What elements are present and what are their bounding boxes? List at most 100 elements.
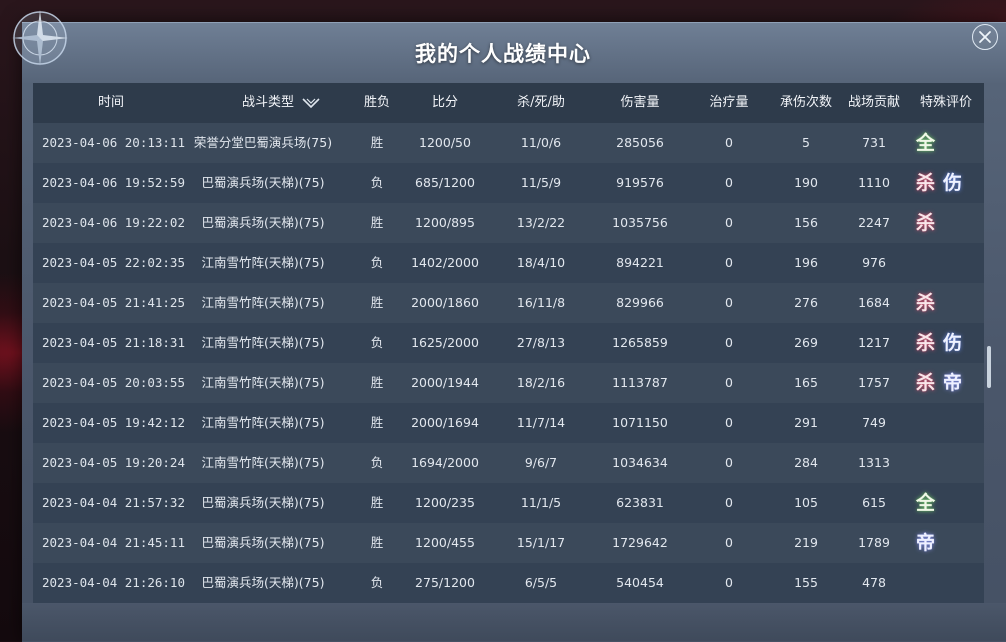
- cell-time: 2023-04-06 20:13:11: [42, 135, 185, 150]
- kill-badge: 杀: [916, 331, 936, 354]
- cell-result: 胜: [370, 215, 384, 230]
- all-round-badge: 全: [916, 131, 936, 154]
- cell-battle-type: 巴蜀演兵场(天梯)(75): [201, 575, 325, 590]
- cell-contribution: 731: [862, 135, 886, 150]
- all-round-badge: 全: [916, 491, 936, 514]
- cell-damage-taken: 219: [794, 535, 818, 550]
- cell-time: 2023-04-05 22:02:35: [42, 255, 185, 270]
- cell-damage-taken: 165: [794, 375, 818, 390]
- cell-kda: 18/2/16: [516, 375, 566, 390]
- damage-badge: 伤: [943, 331, 963, 354]
- cell-damage-taken: 276: [794, 295, 818, 310]
- cell-kda: 15/1/17: [516, 535, 566, 550]
- header-score: 比分: [431, 95, 458, 110]
- header-heal: 治疗量: [709, 95, 749, 110]
- cell-damage: 894221: [616, 255, 664, 270]
- cell-damage-taken: 156: [794, 215, 818, 230]
- table-row[interactable]: 2023-04-04 21:45:11 巴蜀演兵场(天梯)(75) 胜 1200/45…: [33, 523, 984, 563]
- cell-score: 1200/50: [419, 135, 471, 150]
- cell-score: 1200/235: [415, 495, 475, 510]
- cell-time: 2023-04-06 19:22:02: [42, 215, 185, 230]
- header-evaluation: 特殊评价: [919, 95, 972, 110]
- cell-result: 胜: [370, 415, 384, 430]
- cell-heal: 0: [725, 455, 733, 470]
- cell-time: 2023-04-04 21:26:10: [42, 575, 185, 590]
- table-row[interactable]: 2023-04-04 21:26:10 巴蜀演兵场(天梯)(75) 负 275/120…: [33, 563, 984, 603]
- header-result: 胜负: [363, 95, 390, 110]
- cell-score: 1200/895: [415, 215, 475, 230]
- table-row[interactable]: 2023-04-05 22:02:35 江南雪竹阵(天梯)(75) 负 1402/20…: [33, 243, 984, 283]
- cell-result: 负: [370, 575, 384, 590]
- cell-result: 胜: [370, 495, 384, 510]
- cell-damage: 1113787: [612, 375, 668, 390]
- cell-score: 1625/2000: [411, 335, 479, 350]
- cell-contribution: 1757: [858, 375, 890, 390]
- table-row[interactable]: 2023-04-04 21:57:32 巴蜀演兵场(天梯)(75) 胜 1200/23…: [33, 483, 984, 523]
- table-row[interactable]: 2023-04-05 21:41:25 江南雪竹阵(天梯)(75) 胜 2000/18…: [33, 283, 984, 323]
- cell-kda: 11/5/9: [520, 175, 562, 190]
- cell-score: 275/1200: [415, 575, 475, 590]
- scrollbar-thumb[interactable]: [987, 346, 991, 388]
- table-row[interactable]: 2023-04-05 19:20:24 江南雪竹阵(天梯)(75) 负 1694/20…: [33, 443, 984, 483]
- cell-score: 2000/1694: [411, 415, 479, 430]
- cell-time: 2023-04-05 19:20:24: [42, 455, 185, 470]
- table-row[interactable]: 2023-04-05 21:18:31 江南雪竹阵(天梯)(75) 负 1625/20…: [33, 323, 984, 363]
- cell-result: 负: [370, 335, 384, 350]
- cell-contribution: 2247: [858, 215, 890, 230]
- table-row[interactable]: 2023-04-05 19:42:12 江南雪竹阵(天梯)(75) 胜 2000/16…: [33, 403, 984, 443]
- cell-damage: 1034634: [612, 455, 668, 470]
- cell-score: 2000/1860: [411, 295, 479, 310]
- cell-kda: 16/11/8: [516, 295, 566, 310]
- cell-result: 负: [370, 255, 384, 270]
- cell-heal: 0: [725, 495, 733, 510]
- cell-score: 685/1200: [415, 175, 475, 190]
- cell-score: 1402/2000: [411, 255, 479, 270]
- cell-time: 2023-04-05 21:18:31: [42, 335, 185, 350]
- cell-evaluation: 帝: [916, 523, 935, 563]
- cell-contribution: 615: [862, 495, 886, 510]
- table-row[interactable]: 2023-04-06 19:52:59 巴蜀演兵场(天梯)(75) 负 685/120…: [33, 163, 984, 203]
- cell-evaluation: 全: [916, 123, 935, 163]
- cell-kda: 27/8/13: [516, 335, 566, 350]
- cell-time: 2023-04-05 19:42:12: [42, 415, 185, 430]
- cell-battle-type: 江南雪竹阵(天梯)(75): [201, 455, 325, 470]
- close-button[interactable]: [972, 24, 998, 50]
- cell-score: 1694/2000: [411, 455, 479, 470]
- cell-damage: 540454: [616, 575, 664, 590]
- table-row[interactable]: 2023-04-05 20:03:55 江南雪竹阵(天梯)(75) 胜 2000/19…: [33, 363, 984, 403]
- cell-time: 2023-04-04 21:57:32: [42, 495, 185, 510]
- cell-kda: 11/0/6: [520, 135, 562, 150]
- cell-result: 胜: [370, 135, 384, 150]
- cell-damage-taken: 284: [794, 455, 818, 470]
- cell-kda: 9/6/7: [524, 455, 558, 470]
- panel-footer: [22, 603, 1006, 641]
- table-row[interactable]: 2023-04-06 19:22:02 巴蜀演兵场(天梯)(75) 胜 1200/89…: [33, 203, 984, 243]
- cell-evaluation: 杀伤: [916, 163, 962, 203]
- cell-result: 胜: [370, 535, 384, 550]
- cell-damage: 623831: [616, 495, 664, 510]
- cell-battle-type: 江南雪竹阵(天梯)(75): [201, 375, 325, 390]
- cell-battle-type: 江南雪竹阵(天梯)(75): [201, 255, 325, 270]
- cell-battle-type: 荣誉分堂巴蜀演兵场(75): [193, 135, 333, 150]
- table-header: 时间 战斗类型 胜负 比分 杀/死/助 伤害量 治疗量 承伤次数 战场贡献 特殊…: [33, 83, 984, 123]
- chevron-down-icon[interactable]: [301, 97, 321, 109]
- cell-damage: 1729642: [612, 535, 668, 550]
- cell-contribution: 1789: [858, 535, 890, 550]
- header-battle-type[interactable]: 战斗类型: [233, 83, 303, 123]
- cell-evaluation: 杀帝: [916, 363, 962, 403]
- damage-badge: 伤: [943, 171, 963, 194]
- cell-damage-taken: 105: [794, 495, 818, 510]
- cell-time: 2023-04-05 20:03:55: [42, 375, 185, 390]
- cell-result: 负: [370, 175, 384, 190]
- cell-battle-type: 江南雪竹阵(天梯)(75): [201, 295, 325, 310]
- cell-contribution: 1217: [858, 335, 890, 350]
- battle-record-table: 时间 战斗类型 胜负 比分 杀/死/助 伤害量 治疗量 承伤次数 战场贡献 特殊…: [33, 83, 984, 603]
- cell-heal: 0: [725, 215, 733, 230]
- kill-badge: 杀: [916, 211, 936, 234]
- cell-damage-taken: 155: [794, 575, 818, 590]
- cell-damage: 829966: [616, 295, 664, 310]
- cell-kda: 11/7/14: [516, 415, 566, 430]
- cell-time: 2023-04-06 19:52:59: [42, 175, 185, 190]
- cell-evaluation: 杀: [916, 283, 935, 323]
- table-row[interactable]: 2023-04-06 20:13:11 荣誉分堂巴蜀演兵场(75) 胜 1200/50…: [33, 123, 984, 163]
